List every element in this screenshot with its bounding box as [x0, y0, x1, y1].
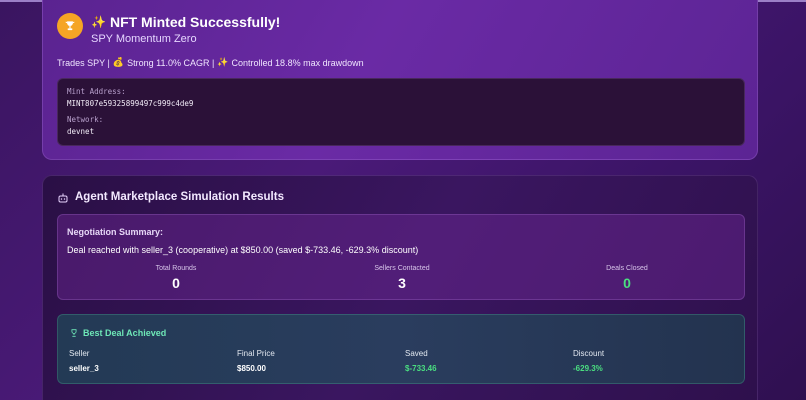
trophy-outline-icon [71, 329, 77, 337]
mint-address-label: Mint Address: [67, 87, 126, 96]
mint-address-value[interactable]: MINT807e59325899497c999c4de9 [67, 99, 193, 108]
negotiation-title: Negotiation Summary: [67, 227, 164, 237]
stat-deals-closed: Deals Closed 0 [557, 265, 697, 291]
stat-label: Total Rounds [155, 265, 197, 272]
col-value: seller_3 [69, 364, 99, 373]
deal-col-discount: Discount -629.3% [573, 349, 604, 373]
best-deal-title: Best Deal Achieved [69, 328, 166, 338]
nft-title: ✨ NFT Minted Successfully! [91, 14, 280, 30]
trophy-icon [57, 13, 83, 39]
stat-value: 3 [398, 275, 406, 291]
col-value: $-733.46 [405, 364, 437, 373]
nft-minted-card: ✨ NFT Minted Successfully! SPY Momentum … [42, 0, 758, 160]
mint-info-box: Mint Address: MINT807e59325899497c999c4d… [57, 78, 745, 146]
col-label: Seller [69, 349, 90, 358]
stat-label: Sellers Contacted [374, 265, 430, 272]
negotiation-text: Deal reached with seller_3 (cooperative)… [67, 245, 419, 255]
col-label: Saved [405, 349, 428, 358]
marketplace-title: Agent Marketplace Simulation Results [75, 191, 284, 203]
nft-subtitle: SPY Momentum Zero [91, 33, 197, 45]
robot-icon [58, 193, 68, 203]
desc-part-2: Strong 11.0% CAGR | [127, 57, 215, 68]
negotiation-summary: Negotiation Summary: Deal reached with s… [57, 214, 745, 300]
sparkles-icon: ✨ [91, 15, 106, 29]
sparkles-icon: ✨ [217, 57, 229, 67]
desc-part-3: Controlled 18.8% max drawdown [231, 57, 364, 68]
network-label: Network: [67, 115, 104, 124]
stat-sellers-contacted: Sellers Contacted 3 [332, 265, 472, 291]
best-deal-title-text: Best Deal Achieved [83, 328, 167, 338]
stat-label: Deals Closed [606, 265, 648, 272]
marketplace-results-card: Agent Marketplace Simulation Results Neg… [42, 175, 758, 400]
deal-col-saved: Saved $-733.46 [405, 349, 437, 373]
stat-value: 0 [172, 275, 180, 291]
nft-description: Trades SPY | 💰 Strong 11.0% CAGR | ✨ Con… [57, 57, 364, 68]
stat-value: 0 [623, 275, 631, 291]
col-value: $850.00 [237, 364, 266, 373]
deal-col-seller: Seller seller_3 [69, 349, 99, 373]
money-bag-icon: 💰 [112, 57, 125, 67]
nft-title-text: NFT Minted Successfully! [109, 14, 281, 30]
desc-part-1: Trades SPY | [57, 57, 110, 68]
network-value: devnet [67, 127, 95, 136]
best-deal-box: Best Deal Achieved Seller seller_3 Final… [57, 314, 745, 384]
col-label: Discount [573, 349, 605, 358]
deal-col-final-price: Final Price $850.00 [237, 349, 275, 373]
stat-total-rounds: Total Rounds 0 [106, 265, 246, 291]
col-value: -629.3% [573, 364, 603, 373]
col-label: Final Price [237, 349, 275, 358]
